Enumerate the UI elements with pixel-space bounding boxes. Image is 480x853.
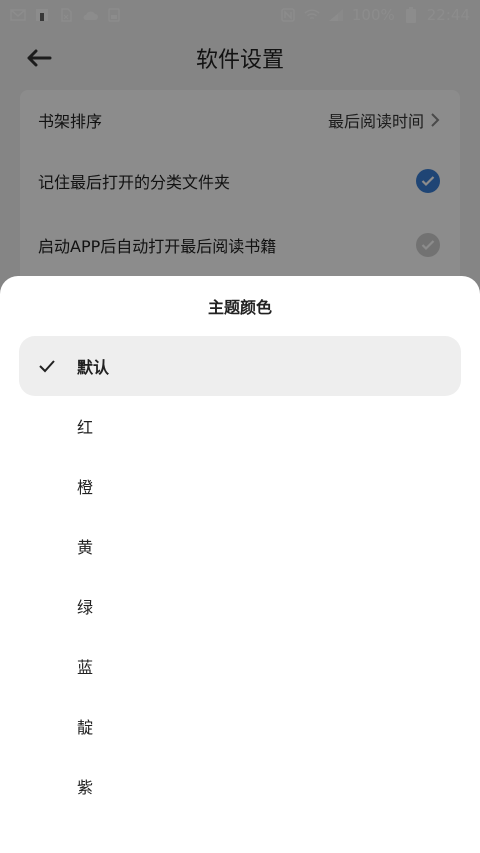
option-label: 橙	[77, 478, 94, 497]
theme-option-orange[interactable]: 橙	[19, 456, 461, 516]
theme-option-purple[interactable]: 紫	[19, 756, 461, 816]
theme-option-yellow[interactable]: 黄	[19, 516, 461, 576]
option-label: 绿	[77, 598, 94, 617]
theme-option-blue[interactable]: 蓝	[19, 636, 461, 696]
option-label: 蓝	[77, 658, 94, 677]
theme-option-red[interactable]: 红	[19, 396, 461, 456]
theme-option-default[interactable]: 默认	[19, 336, 461, 396]
option-label: 默认	[77, 358, 110, 377]
option-label: 红	[77, 418, 94, 437]
option-label: 紫	[77, 778, 94, 797]
option-label: 黄	[77, 538, 94, 557]
theme-option-indigo[interactable]: 靛	[19, 696, 461, 756]
checkmark-icon	[39, 360, 55, 373]
option-label: 靛	[77, 718, 94, 737]
theme-color-sheet: 主题颜色 默认 红 橙 黄 绿 蓝 靛 紫	[0, 276, 480, 853]
theme-option-green[interactable]: 绿	[19, 576, 461, 636]
sheet-title: 主题颜色	[207, 298, 272, 317]
